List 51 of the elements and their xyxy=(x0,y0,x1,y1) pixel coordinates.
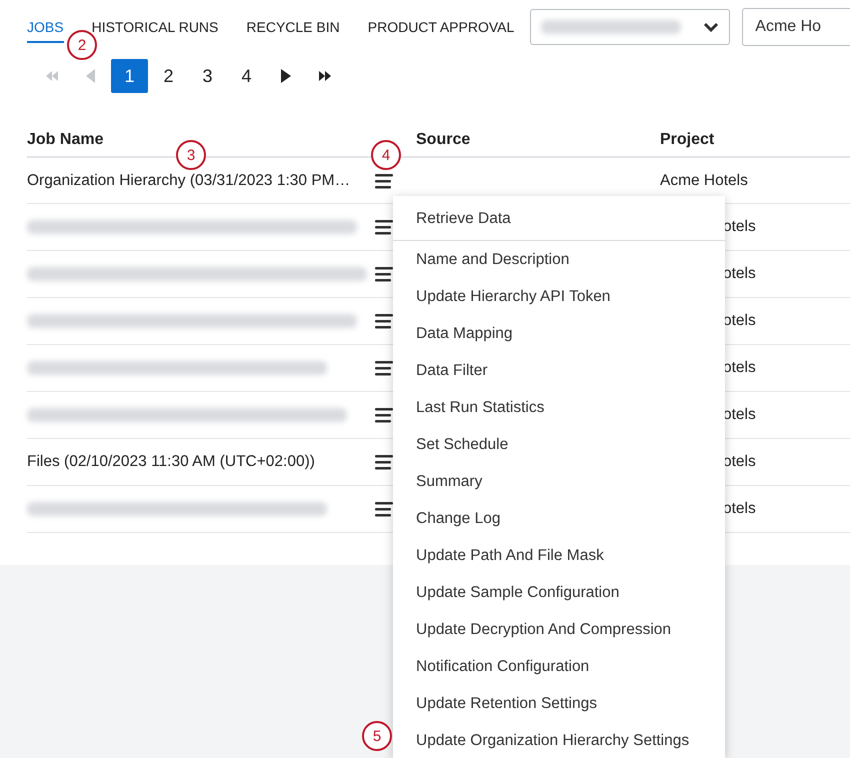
menu-item[interactable]: Update Hierarchy API Token xyxy=(393,278,725,315)
row-menu-button[interactable] xyxy=(375,407,393,423)
row-menu-button[interactable] xyxy=(375,454,393,470)
menu-icon xyxy=(375,407,393,423)
job-name: Files (02/10/2023 11:30 AM (UTC+02:00)) xyxy=(27,453,316,471)
menu-icon xyxy=(375,313,393,329)
column-header: Job Name xyxy=(27,130,104,148)
callout-number: 5 xyxy=(362,721,392,751)
column-header: Source xyxy=(416,130,472,148)
double-right-icon xyxy=(318,71,330,81)
project-select[interactable]: Acme Ho xyxy=(742,8,850,46)
page-button[interactable]: 4 xyxy=(228,59,265,93)
menu-icon xyxy=(375,219,393,235)
page-button[interactable]: 3 xyxy=(189,59,226,93)
menu-item[interactable]: Last Run Statistics xyxy=(393,389,725,426)
menu-icon xyxy=(375,172,393,188)
project-name: Acme Hotels xyxy=(660,172,749,190)
menu-item[interactable]: Retrieve Data xyxy=(393,198,725,240)
tab[interactable]: RECYCLE BIN xyxy=(246,11,340,43)
page-button[interactable]: 1 xyxy=(111,59,148,93)
row-menu-button[interactable] xyxy=(375,172,393,188)
row-menu-button[interactable] xyxy=(375,219,393,235)
menu-icon xyxy=(375,454,393,470)
column-header: Project xyxy=(660,130,716,148)
right-triangle-icon xyxy=(280,69,290,83)
menu-icon xyxy=(375,266,393,282)
menu-item[interactable]: Update Organization Hierarchy Settings xyxy=(393,722,725,758)
menu-item[interactable]: Notification Configuration xyxy=(393,648,725,685)
menu-item[interactable]: Set Schedule xyxy=(393,426,725,463)
menu-item[interactable]: Data Filter xyxy=(393,352,725,389)
row-menu-button[interactable] xyxy=(375,360,393,376)
job-name: Organization Hierarchy (03/31/2023 1:30 PM… xyxy=(27,172,352,190)
menu-item[interactable]: Change Log xyxy=(393,500,725,537)
row-menu-button[interactable] xyxy=(375,266,393,282)
tab[interactable]: PRODUCT APPROVAL xyxy=(368,11,514,43)
menu-item[interactable]: Update Path And File Mask xyxy=(393,537,725,574)
menu-icon xyxy=(375,360,393,376)
menu-icon xyxy=(375,501,393,517)
menu-item[interactable]: Name and Description xyxy=(393,241,725,278)
chevron-down-icon xyxy=(703,22,720,32)
page-button[interactable]: 2 xyxy=(150,59,187,93)
menu-item[interactable]: Update Retention Settings xyxy=(393,685,725,722)
menu-item[interactable]: Data Mapping xyxy=(393,315,725,352)
menu-item[interactable]: Summary xyxy=(393,463,725,500)
double-left-icon xyxy=(46,71,58,81)
menu-item[interactable]: Update Sample Configuration xyxy=(393,574,725,611)
tab[interactable]: JOBS xyxy=(27,11,64,43)
row-menu-button[interactable] xyxy=(375,501,393,517)
menu-item[interactable]: Update Decryption And Compression xyxy=(393,611,725,648)
left-triangle-icon xyxy=(86,69,95,83)
row-menu-button[interactable] xyxy=(375,313,393,329)
